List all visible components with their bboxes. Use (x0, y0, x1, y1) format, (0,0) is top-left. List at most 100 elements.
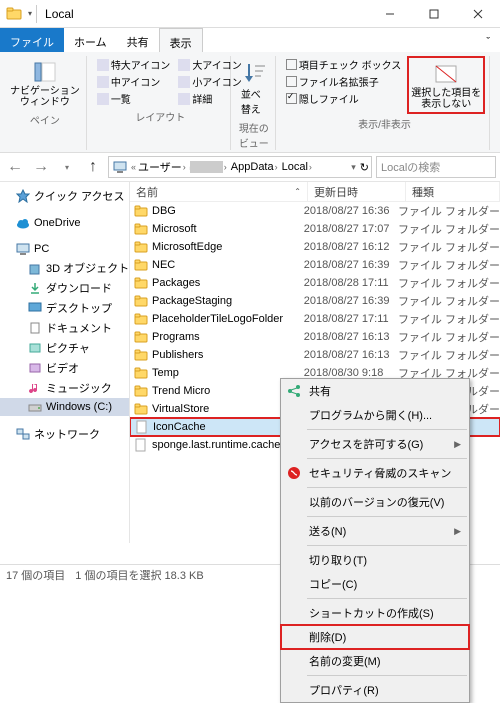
group-label-showhide: 表示/非表示 (358, 116, 411, 131)
ctx-properties[interactable]: プロパティ(R) (281, 678, 469, 702)
nav-pictures[interactable]: ピクチャ (0, 338, 129, 358)
checkbox-hidden-files[interactable]: 隠しファイル (284, 90, 403, 107)
layout-xl-icons[interactable]: 特大アイコン (95, 56, 173, 73)
sort-button[interactable]: 並べ替え (239, 56, 271, 118)
table-row[interactable]: PlaceholderTileLogoFolder2018/08/27 17:1… (130, 310, 500, 328)
picture-icon (28, 341, 42, 355)
nav-3d-objects[interactable]: 3D オブジェクト (0, 258, 129, 278)
minimize-button[interactable] (368, 0, 412, 28)
ribbon-group-showhide: 項目チェック ボックス ファイル名拡張子 隠しファイル 選択した項目を 表示しな… (280, 56, 490, 150)
share-icon (286, 383, 302, 399)
ctx-scan-threats[interactable]: セキュリティ脅威のスキャン (281, 461, 469, 485)
status-selection: 1 個の項目を選択 18.3 KB (75, 567, 203, 583)
navigation-pane: クイック アクセス OneDrive PC 3D オブジェクト ダウンロード デ… (0, 182, 130, 543)
close-button[interactable] (456, 0, 500, 28)
music-icon (28, 381, 42, 395)
ribbon-tabs: ファイル ホーム 共有 表示 ˇ (0, 28, 500, 52)
layout-l-icons[interactable]: 大アイコン (176, 56, 244, 73)
tab-file[interactable]: ファイル (0, 28, 64, 52)
status-item-count: 17 個の項目 (6, 567, 65, 583)
refresh-button[interactable]: ↻ (358, 161, 371, 174)
address-dropdown[interactable]: ▾ (349, 162, 358, 173)
nav-pc[interactable]: PC (0, 240, 129, 258)
nav-documents[interactable]: ドキュメント (0, 318, 129, 338)
layout-details[interactable]: 詳細 (176, 90, 244, 107)
ctx-share[interactable]: 共有 (281, 379, 469, 403)
ctx-send-to[interactable]: 送る(N)▶ (281, 519, 469, 543)
ribbon: ナビゲーション ウィンドウ ペイン 特大アイコン 中アイコン 一覧 大アイコン … (0, 52, 500, 153)
table-row[interactable]: Packages2018/08/28 17:11ファイル フォルダー (130, 274, 500, 292)
checkbox-file-ext[interactable]: ファイル名拡張子 (284, 73, 403, 90)
context-menu: 共有 プログラムから開く(H)... アクセスを許可する(G)▶ セキュリティ脅… (280, 378, 470, 703)
nav-pane-button[interactable]: ナビゲーション ウィンドウ (8, 56, 82, 110)
ribbon-group-options: オプション (494, 56, 500, 150)
title-bar: ▾ Local (0, 0, 500, 28)
checkbox-item-checkboxes[interactable]: 項目チェック ボックス (284, 56, 403, 73)
column-type[interactable]: 種類 (406, 182, 500, 201)
nav-onedrive[interactable]: OneDrive (0, 214, 129, 232)
star-icon (16, 189, 30, 203)
tab-home[interactable]: ホーム (64, 28, 117, 52)
table-row[interactable]: Publishers2018/08/27 16:13ファイル フォルダー (130, 346, 500, 364)
address-row: ← → ▾ ↑ « ユーザー› ▬▬▬› AppData› Local› ▾ ↻… (0, 153, 500, 181)
tab-share[interactable]: 共有 (117, 28, 159, 52)
nav-windows-c[interactable]: Windows (C:) (0, 398, 129, 416)
breadcrumb[interactable]: « ユーザー› ▬▬▬› AppData› Local› ▾ ↻ (108, 156, 372, 178)
ctx-create-shortcut[interactable]: ショートカットの作成(S) (281, 601, 469, 625)
ctx-cut[interactable]: 切り取り(T) (281, 548, 469, 572)
window-title: Local (45, 7, 368, 21)
layout-m-icons[interactable]: 中アイコン (95, 73, 173, 90)
table-row[interactable]: DBG2018/08/27 16:36ファイル フォルダー (130, 202, 500, 220)
column-date[interactable]: 更新日時 (308, 182, 406, 201)
network-icon (16, 427, 30, 441)
group-label-panes: ペイン (30, 112, 60, 127)
hide-selected-button[interactable]: 選択した項目を 表示しない (407, 56, 485, 114)
column-name[interactable]: 名前⌃ (130, 182, 308, 201)
down-arrow-icon[interactable]: ▾ (28, 9, 32, 18)
ribbon-group-layout: 特大アイコン 中アイコン 一覧 大アイコン 小アイコン 詳細 レイアウト (91, 56, 231, 150)
nav-downloads[interactable]: ダウンロード (0, 278, 129, 298)
nav-videos[interactable]: ビデオ (0, 358, 129, 378)
group-label-layout: レイアウト (135, 109, 185, 124)
submenu-arrow-icon: ▶ (454, 526, 461, 537)
table-row[interactable]: Microsoft2018/08/27 17:07ファイル フォルダー (130, 220, 500, 238)
maximize-button[interactable] (412, 0, 456, 28)
ribbon-group-currentview: 並べ替え 現在のビュー (235, 56, 276, 150)
ctx-rename[interactable]: 名前の変更(M) (281, 649, 469, 673)
ribbon-group-panes: ナビゲーション ウィンドウ ペイン (4, 56, 87, 150)
nav-music[interactable]: ミュージック (0, 378, 129, 398)
recent-button[interactable]: ▾ (56, 156, 78, 178)
pc-icon (113, 160, 127, 174)
video-icon (28, 361, 42, 375)
table-row[interactable]: Programs2018/08/27 16:13ファイル フォルダー (130, 328, 500, 346)
ctx-copy[interactable]: コピー(C) (281, 572, 469, 596)
nav-network[interactable]: ネットワーク (0, 424, 129, 444)
up-button[interactable]: ↑ (82, 156, 104, 178)
table-row[interactable]: NEC2018/08/27 16:39ファイル フォルダー (130, 256, 500, 274)
layout-list[interactable]: 一覧 (95, 90, 173, 107)
layout-s-icons[interactable]: 小アイコン (176, 73, 244, 90)
ctx-open-with[interactable]: プログラムから開く(H)... (281, 403, 469, 427)
ctx-grant-access[interactable]: アクセスを許可する(G)▶ (281, 432, 469, 456)
folder-icon (6, 6, 22, 22)
group-label-currentview: 現在のビュー (239, 120, 271, 150)
nav-quick-access[interactable]: クイック アクセス (0, 186, 129, 206)
trend-icon (286, 465, 302, 481)
download-icon (28, 281, 42, 295)
ctx-restore-versions[interactable]: 以前のバージョンの復元(V) (281, 490, 469, 514)
tab-view[interactable]: 表示 (159, 28, 203, 52)
document-icon (28, 321, 42, 335)
pc-icon (16, 242, 30, 256)
back-button[interactable]: ← (4, 156, 26, 178)
desktop-icon (28, 301, 42, 315)
submenu-arrow-icon: ▶ (454, 439, 461, 450)
forward-button[interactable]: → (30, 156, 52, 178)
cube-icon (28, 261, 42, 275)
ribbon-collapse-button[interactable]: ˇ (476, 28, 500, 52)
table-row[interactable]: PackageStaging2018/08/27 16:39ファイル フォルダー (130, 292, 500, 310)
table-row[interactable]: MicrosoftEdge2018/08/27 16:12ファイル フォルダー (130, 238, 500, 256)
drive-icon (28, 400, 42, 414)
nav-desktop[interactable]: デスクトップ (0, 298, 129, 318)
search-input[interactable]: Localの検索 (376, 156, 496, 178)
ctx-delete[interactable]: 削除(D) (281, 625, 469, 649)
